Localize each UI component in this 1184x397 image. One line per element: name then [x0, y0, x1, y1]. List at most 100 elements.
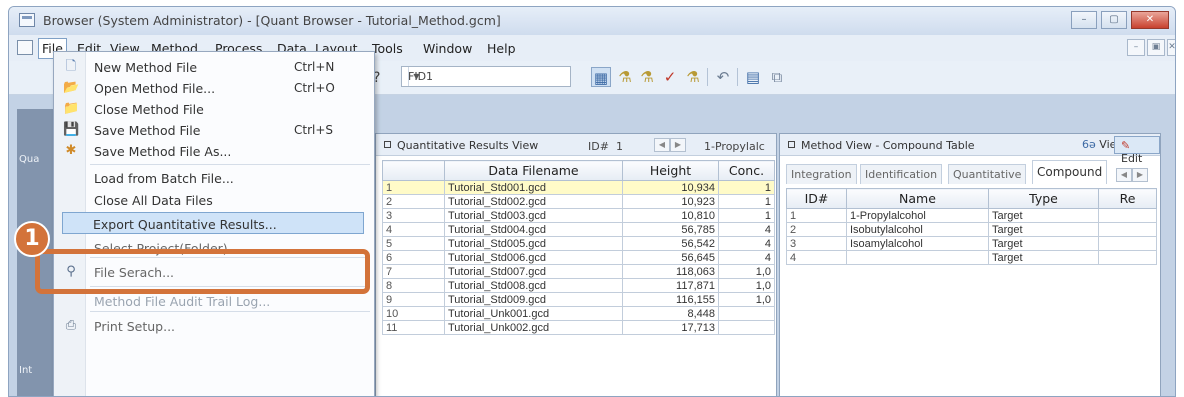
file-menu-item[interactable]: 🗋 New Method File Ctrl+N — [54, 56, 374, 78]
file-menu-item[interactable]: ⎙ Print Setup... — [54, 315, 374, 337]
table-row[interactable]: 9 Tutorial_Std009.gcd 116,155 1,0 — [382, 292, 775, 307]
table-row[interactable]: 2 Tutorial_Std002.gcd 10,923 1 — [382, 194, 775, 209]
detector-select[interactable]: FID1 ▼ — [401, 66, 571, 87]
column-header-conc[interactable]: Conc. — [718, 160, 775, 181]
table-cell-file[interactable]: Tutorial_Std005.gcd — [444, 236, 623, 251]
table-cell-conc[interactable]: 4 — [718, 236, 775, 251]
table-cell-n[interactable]: 10 — [382, 306, 445, 321]
table-cell-n[interactable]: 6 — [382, 250, 445, 265]
table-row[interactable]: 4 Target — [786, 250, 1157, 265]
table-cell-type[interactable]: Target — [988, 250, 1099, 265]
table-cell-file[interactable]: Tutorial_Unk001.gcd — [444, 306, 623, 321]
table-cell-type[interactable]: Target — [988, 236, 1099, 251]
tab-integration[interactable]: Integration — [786, 164, 857, 184]
table-cell-n[interactable]: 8 — [382, 278, 445, 293]
table-cell-file[interactable]: Tutorial_Std004.gcd — [444, 222, 623, 237]
prev-compound-button[interactable]: ◀ — [654, 138, 670, 152]
flask-plus-icon[interactable]: ⚗ — [637, 67, 657, 87]
menu-window[interactable]: Window — [423, 41, 472, 56]
table-cell-n[interactable]: 5 — [382, 236, 445, 251]
table-row[interactable]: 6 Tutorial_Std006.gcd 56,645 4 — [382, 250, 775, 265]
table-cell-n[interactable]: 11 — [382, 320, 445, 335]
table-cell-n[interactable]: 3 — [382, 208, 445, 223]
file-menu-item[interactable]: Close All Data Files — [54, 189, 374, 211]
menu-help[interactable]: Help — [487, 41, 516, 56]
table-cell-height[interactable]: 10,934 — [622, 180, 719, 195]
column-header[interactable] — [382, 160, 445, 181]
table-row[interactable]: 1 Tutorial_Std001.gcd 10,934 1 — [382, 180, 775, 195]
table-row[interactable]: 10 Tutorial_Unk001.gcd 8,448 — [382, 306, 775, 321]
table-cell-name[interactable] — [846, 250, 989, 265]
menu-tools[interactable]: Tools — [372, 41, 403, 56]
table-row[interactable]: 3 Tutorial_Std003.gcd 10,810 1 — [382, 208, 775, 223]
table-cell-conc[interactable]: 1,0 — [718, 292, 775, 307]
file-menu-item[interactable]: Load from Batch File... — [54, 167, 374, 189]
file-menu-item[interactable]: 📁 Close Method File — [54, 98, 374, 120]
table-row[interactable]: 8 Tutorial_Std008.gcd 117,871 1,0 — [382, 278, 775, 293]
table-row[interactable]: 7 Tutorial_Std007.gcd 118,063 1,0 — [382, 264, 775, 279]
table-cell-name[interactable]: 1-Propylalcohol — [846, 208, 989, 223]
tab-quantitative[interactable]: Quantitative — [948, 164, 1027, 184]
next-compound-button[interactable]: ▶ — [670, 138, 686, 152]
column-header-type[interactable]: Type — [988, 188, 1099, 209]
table-cell-conc[interactable] — [718, 320, 775, 335]
undo-icon[interactable]: ↶ — [713, 67, 733, 87]
table-cell-n[interactable]: 9 — [382, 292, 445, 307]
flask-minus-icon[interactable]: ⚗ — [683, 67, 703, 87]
maximize-button[interactable]: ▢ — [1101, 11, 1127, 29]
table-cell-height[interactable]: 56,785 — [622, 222, 719, 237]
table-cell-conc[interactable]: 1,0 — [718, 264, 775, 279]
table-cell-file[interactable]: Tutorial_Unk002.gcd — [444, 320, 623, 335]
table-cell-height[interactable]: 118,063 — [622, 264, 719, 279]
file-menu-item[interactable]: ✱ Save Method File As... — [54, 140, 374, 162]
file-menu-item[interactable]: 📂 Open Method File... Ctrl+O — [54, 77, 374, 99]
tab-scroll-left-button[interactable]: ◀ — [1116, 168, 1132, 182]
table-cell-conc[interactable] — [718, 306, 775, 321]
table-cell-conc[interactable]: 1,0 — [718, 278, 775, 293]
flask-icon[interactable]: ⚗ — [615, 67, 635, 87]
table-cell-conc[interactable]: 4 — [718, 250, 775, 265]
table-cell-height[interactable]: 56,645 — [622, 250, 719, 265]
table-row[interactable]: 5 Tutorial_Std005.gcd 56,542 4 — [382, 236, 775, 251]
table-cell-n[interactable]: 1 — [382, 180, 445, 195]
table-cell-height[interactable]: 116,155 — [622, 292, 719, 307]
table-cell-file[interactable]: Tutorial_Std003.gcd — [444, 208, 623, 223]
table-row[interactable]: 3 Isoamylalcohol Target — [786, 236, 1157, 251]
table-cell-height[interactable]: 10,923 — [622, 194, 719, 209]
table-cell-id[interactable]: 2 — [786, 222, 847, 237]
table-cell-type[interactable]: Target — [988, 208, 1099, 223]
table-cell-ret[interactable] — [1098, 236, 1157, 251]
tab-compound[interactable]: Compound — [1032, 160, 1108, 184]
tab-scroll-right-button[interactable]: ▶ — [1132, 168, 1148, 182]
column-header-height[interactable]: Height — [622, 160, 719, 181]
table-cell-height[interactable]: 8,448 — [622, 306, 719, 321]
table-cell-file[interactable]: Tutorial_Std006.gcd — [444, 250, 623, 265]
table-cell-file[interactable]: Tutorial_Std009.gcd — [444, 292, 623, 307]
file-menu-item[interactable]: 💾 Save Method File Ctrl+S — [54, 119, 374, 141]
table-cell-id[interactable]: 3 — [786, 236, 847, 251]
table-row[interactable]: 2 Isobutylalcohol Target — [786, 222, 1157, 237]
table-cell-type[interactable]: Target — [988, 222, 1099, 237]
table-cell-ret[interactable] — [1098, 208, 1157, 223]
mdi-close-button[interactable]: ✕ — [1167, 39, 1175, 56]
column-header-id[interactable]: ID# — [786, 188, 847, 209]
column-header-name[interactable]: Name — [846, 188, 989, 209]
column-header-ret[interactable]: Re — [1098, 188, 1157, 209]
table-cell-conc[interactable]: 1 — [718, 180, 775, 195]
table-cell-file[interactable]: Tutorial_Std007.gcd — [444, 264, 623, 279]
table-cell-height[interactable]: 117,871 — [622, 278, 719, 293]
table-cell-height[interactable]: 10,810 — [622, 208, 719, 223]
table-cell-file[interactable]: Tutorial_Std001.gcd — [444, 180, 623, 195]
column-header-filename[interactable]: Data Filename — [444, 160, 623, 181]
table-cell-height[interactable]: 56,542 — [622, 236, 719, 251]
export-icon[interactable]: ⧉ — [767, 67, 787, 87]
table-cell-n[interactable]: 4 — [382, 222, 445, 237]
table-cell-height[interactable]: 17,713 — [622, 320, 719, 335]
table-cell-n[interactable]: 7 — [382, 264, 445, 279]
table-row[interactable]: 4 Tutorial_Std004.gcd 56,785 4 — [382, 222, 775, 237]
close-button[interactable]: ✕ — [1131, 11, 1169, 29]
edit-mode-button[interactable]: ✎ Edit — [1114, 136, 1160, 165]
file-menu-item[interactable]: Export Quantitative Results... — [62, 212, 364, 234]
document-icon[interactable] — [17, 40, 33, 55]
table-cell-name[interactable]: Isobutylalcohol — [846, 222, 989, 237]
